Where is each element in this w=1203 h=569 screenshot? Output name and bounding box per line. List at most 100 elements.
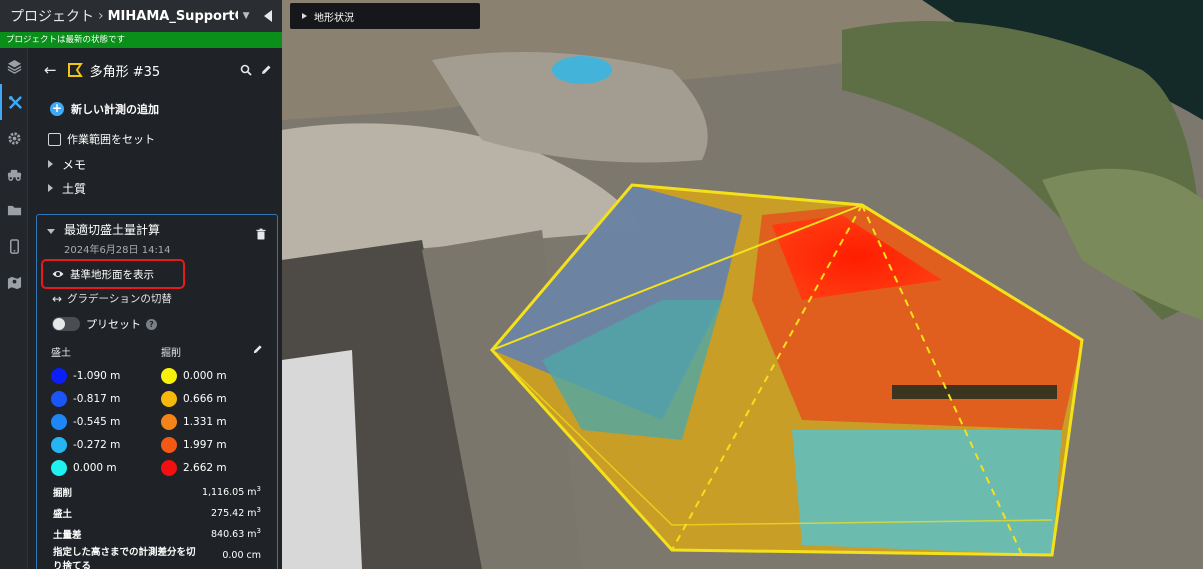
chevron-right-icon xyxy=(48,160,53,168)
chevron-down-icon[interactable]: ▼ xyxy=(243,11,250,21)
collapse-panel-icon[interactable] xyxy=(264,10,272,22)
stat-label: 土量差 xyxy=(53,529,82,541)
vehicle-icon[interactable] xyxy=(0,156,28,192)
legend-row: -0.817 m 0.666 m xyxy=(51,387,263,410)
preset-label: プリセット xyxy=(86,318,141,331)
breadcrumb-separator: › xyxy=(98,8,104,24)
layers-icon[interactable] xyxy=(0,48,28,84)
color-legend: -1.090 m 0.000 m -0.817 m 0.666 m -0.545… xyxy=(51,364,263,479)
color-swatch xyxy=(51,367,67,384)
edit-pencil-icon[interactable] xyxy=(260,64,272,76)
legend-value: -0.817 m xyxy=(73,392,121,405)
legend-row: -0.272 m 1.997 m xyxy=(51,433,263,456)
legend-value: 1.331 m xyxy=(183,415,227,428)
legend-value: 0.000 m xyxy=(183,369,227,382)
memo-label: メモ xyxy=(62,157,87,172)
stat-fill: 盛土 275.42 m3 xyxy=(53,502,261,523)
breadcrumb-root[interactable]: プロジェクト xyxy=(10,6,94,26)
toggle-gradation-label: グラデーションの切替 xyxy=(67,293,172,305)
card-header: 最適切盛土量計算 2024年6月28日 14:14 xyxy=(37,215,277,257)
page-title: 多角形 #35 xyxy=(89,64,161,80)
help-icon[interactable]: ? xyxy=(146,318,157,330)
polygon-icon xyxy=(67,63,83,77)
color-swatch xyxy=(51,390,67,407)
legend-value: -0.545 m xyxy=(73,415,121,428)
edit-legend-icon[interactable] xyxy=(252,344,263,355)
stat-value: 840.63 m xyxy=(211,529,257,541)
project-header: プロジェクト › MIHAMA_SupportCe... ▼ xyxy=(0,0,282,32)
terrain-scene[interactable] xyxy=(282,0,1203,569)
work-area-row: 作業範囲をセット xyxy=(28,126,282,152)
back-arrow-icon[interactable]: ← xyxy=(44,61,57,79)
status-banner: プロジェクトは最新の状態です xyxy=(0,32,282,48)
fill-header: 盛土 xyxy=(51,348,71,359)
terrain-status-toggle[interactable]: 地形状況 xyxy=(290,3,480,29)
stat-value[interactable]: 0.00 cm xyxy=(222,550,261,561)
add-measurement-button[interactable]: + 新しい計測の追加 xyxy=(28,92,282,126)
stat-unit: 3 xyxy=(256,484,261,493)
color-swatch xyxy=(51,413,67,430)
stat-label: 指定した高さまでの計測差分を切り捨てる xyxy=(53,547,196,569)
icon-rail xyxy=(0,48,28,569)
color-swatch xyxy=(161,390,177,407)
cut-fill-card: 最適切盛土量計算 2024年6月28日 14:14 基準地形面を表示 ↔ グラデ… xyxy=(36,214,278,569)
swap-arrows-icon: ↔ xyxy=(52,291,63,306)
cut-header: 掘削 xyxy=(161,348,181,359)
color-swatch xyxy=(161,367,177,384)
stat-label: 掘削 xyxy=(53,487,73,499)
color-swatch xyxy=(161,413,177,430)
soil-section-toggle[interactable]: 土質 xyxy=(28,176,282,200)
panel-header: ← 多角形 #35 xyxy=(28,48,282,92)
show-reference-label: 基準地形面を表示 xyxy=(70,268,154,281)
show-reference-surface-button[interactable]: 基準地形面を表示 xyxy=(41,259,185,289)
legend-value: -0.272 m xyxy=(73,438,121,451)
terrain-status-label: 地形状況 xyxy=(314,12,354,24)
color-swatch xyxy=(51,459,67,476)
work-area-checkbox[interactable] xyxy=(48,132,61,146)
legend-header: 盛土 掘削 xyxy=(51,344,263,359)
breadcrumb-project[interactable]: MIHAMA_SupportCe... xyxy=(108,9,238,24)
stat-unit: 3 xyxy=(256,505,261,514)
legend-row: -0.545 m 1.331 m xyxy=(51,410,263,433)
card-timestamp: 2024年6月28日 14:14 xyxy=(64,245,171,256)
stat-truncate: 指定した高さまでの計測差分を切り捨てる 0.00 cm xyxy=(53,546,261,569)
zoom-to-icon[interactable] xyxy=(240,64,252,76)
legend-value: 0.666 m xyxy=(183,392,227,405)
stat-unit: 3 xyxy=(256,526,261,535)
measure-tools-icon[interactable] xyxy=(0,84,28,120)
soil-label: 土質 xyxy=(62,181,87,196)
stat-difference: 土量差 840.63 m3 xyxy=(53,523,261,544)
legend-value: 1.997 m xyxy=(183,438,227,451)
legend-value: -1.090 m xyxy=(73,369,121,382)
work-area-label: 作業範囲をセット xyxy=(67,133,155,146)
color-swatch xyxy=(161,436,177,453)
legend-row: -1.090 m 0.000 m xyxy=(51,364,263,387)
stat-cut: 掘削 1,116.05 m3 xyxy=(53,481,261,502)
chevron-right-icon xyxy=(48,184,53,192)
3d-viewport[interactable]: 地形状況 xyxy=(282,0,1203,569)
memo-section-toggle[interactable]: メモ xyxy=(28,152,282,176)
card-title: 最適切盛土量計算 xyxy=(64,223,161,237)
plus-icon: + xyxy=(50,101,64,116)
legend-value: 0.000 m xyxy=(73,461,117,474)
color-swatch xyxy=(161,459,177,476)
eye-icon xyxy=(52,271,64,277)
chevron-down-icon[interactable] xyxy=(47,229,55,234)
mobile-icon[interactable] xyxy=(0,228,28,264)
volume-stats: 掘削 1,116.05 m3 盛土 275.42 m3 土量差 840.63 m… xyxy=(53,481,261,569)
legend-row: 0.000 m 2.662 m xyxy=(51,456,263,479)
color-swatch xyxy=(51,436,67,453)
stat-value: 1,116.05 m xyxy=(201,487,257,499)
preset-toggle[interactable] xyxy=(52,317,80,331)
chevron-right-icon xyxy=(302,13,307,19)
legend-value: 2.662 m xyxy=(183,461,227,474)
preset-row: プリセット ? xyxy=(52,316,157,332)
gear-icon[interactable] xyxy=(0,120,28,156)
measurement-panel: ← 多角形 #35 + 新しい計測の追加 作業範囲をセット メモ 土質 最適切盛… xyxy=(28,48,282,569)
stat-value: 275.42 m xyxy=(211,508,257,520)
map-pin-icon[interactable] xyxy=(0,264,28,300)
add-measurement-label: 新しい計測の追加 xyxy=(71,103,159,116)
toggle-gradation-button[interactable]: ↔ グラデーションの切替 xyxy=(52,291,172,306)
folder-icon[interactable] xyxy=(0,192,28,228)
trash-icon[interactable] xyxy=(255,228,267,240)
